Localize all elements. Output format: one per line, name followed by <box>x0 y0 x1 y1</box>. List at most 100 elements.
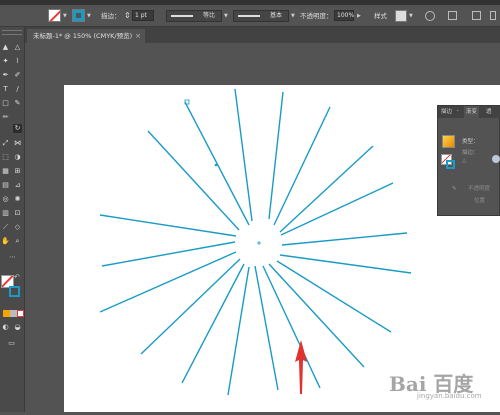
draw-mode-icon[interactable]: ◐ <box>1 323 10 332</box>
none-mode-icon[interactable] <box>17 310 24 317</box>
gradient-stroke-label: 描边： <box>462 150 479 156</box>
ray-line[interactable] <box>268 91 284 220</box>
fill-dropdown-icon[interactable]: ▼ <box>63 13 67 19</box>
eyedropper-icon[interactable]: ✎ <box>452 186 457 192</box>
tab-transparency[interactable]: 透 <box>486 106 492 118</box>
more-tools-icon[interactable]: ⋯ <box>8 253 17 262</box>
document-tab[interactable]: 未标题-1* @ 150% (CMYK/预览) × <box>27 29 145 43</box>
brush-definition[interactable]: 基本 <box>233 10 289 22</box>
ray-line[interactable] <box>273 106 331 226</box>
artboard-tool-icon[interactable]: ⊡ <box>13 209 22 218</box>
center-crosshair-icon <box>257 241 261 245</box>
graphic-style-swatch[interactable] <box>395 10 407 22</box>
ray-line[interactable] <box>99 214 237 237</box>
direct-selection-tool-icon[interactable]: △ <box>13 43 22 52</box>
column-graph-tool-icon[interactable]: ▥ <box>1 209 10 218</box>
ray-line[interactable] <box>280 182 394 236</box>
gradient-angle-knob[interactable] <box>492 155 500 163</box>
symbol-sprayer-tool-icon[interactable]: ✺ <box>13 195 22 204</box>
document-title: 未标题-1* @ 150% (CMYK/预览) <box>33 32 133 40</box>
panel-stroke-swatch[interactable] <box>446 160 455 169</box>
shape-builder-tool-icon[interactable]: ◑ <box>13 153 22 162</box>
stroke-dropdown-icon[interactable]: ▼ <box>87 13 91 19</box>
chevron-icon[interactable]: ⌃ <box>456 106 459 118</box>
perspective-grid-tool-icon[interactable]: ▦ <box>1 167 10 176</box>
slice-tool-icon[interactable]: ⟋ <box>1 223 10 232</box>
brush-preview-line <box>238 15 260 17</box>
gradient-tool-icon[interactable]: ▤ <box>1 181 10 190</box>
stroke-stepper-icon[interactable]: ⇕ <box>124 9 131 23</box>
draw-inside-icon[interactable]: ◒ <box>13 323 22 332</box>
curvature-tool-icon[interactable]: ✐ <box>13 71 22 80</box>
more-options-icon[interactable] <box>490 11 496 20</box>
gradient-panel: 描边 ⌃ 渐变 透 类型： 描边： △ ✎ 不透明度 位置 <box>437 105 500 216</box>
magic-wand-tool-icon[interactable]: ✦ <box>1 57 10 66</box>
selection-tool-icon[interactable]: ▲ <box>1 43 10 52</box>
gradient-thumbnail[interactable] <box>442 135 455 148</box>
position-label: 位置 <box>474 198 486 204</box>
hand-tool-icon[interactable]: ✋ <box>1 237 10 246</box>
rotate-tool-icon[interactable]: ↻ <box>13 124 22 133</box>
stroke-color-swatch[interactable] <box>72 9 85 22</box>
recolor-globe-icon[interactable] <box>425 11 435 21</box>
line-tool-icon[interactable]: / <box>13 85 22 94</box>
ray-line[interactable] <box>281 232 408 246</box>
ray-line[interactable] <box>234 88 253 222</box>
close-tab-icon[interactable]: × <box>135 29 141 43</box>
profile-dropdown-icon[interactable]: ▼ <box>224 13 228 19</box>
stroke-weight-field[interactable]: 1 pt <box>132 10 154 21</box>
opacity-label: 不透明度： <box>300 12 333 20</box>
variable-width-profile[interactable]: 等比 <box>166 10 222 22</box>
width-tool-icon[interactable]: ⋈ <box>13 139 22 148</box>
toolbar-grip[interactable] <box>2 30 22 35</box>
paintbrush-tool-icon[interactable]: ✎ <box>13 99 22 108</box>
blend-tool-icon[interactable]: ◎ <box>1 195 10 204</box>
ray-line[interactable] <box>181 263 245 384</box>
rectangle-tool-icon[interactable]: □ <box>1 99 10 108</box>
baidu-watermark: Bai 百度 jingyan.baidu.com <box>383 368 500 412</box>
tools-panel: ▲ △ ✦ ⌇ ✒ ✐ T / □ ✎ ✏ ↻ ⤢ ⋈ ⬚ ◑ ▦ ⊞ ▤ ⊿ … <box>0 27 25 412</box>
zoom-tool-icon[interactable]: ⌕ <box>13 237 22 246</box>
midpoint-marker <box>214 163 218 167</box>
ray-line[interactable] <box>262 265 321 389</box>
ray-line[interactable] <box>254 265 279 391</box>
watermark-url: jingyan.baidu.com <box>417 392 482 400</box>
gradient-type-label: 类型： <box>462 139 479 145</box>
ray-line[interactable] <box>227 266 250 396</box>
variable-width-label: 等比 <box>202 12 215 19</box>
pencil-tool-icon[interactable]: ✏ <box>1 113 10 122</box>
transform-grid-icon[interactable] <box>472 11 481 20</box>
eraser-tool-icon[interactable]: ◇ <box>13 223 22 232</box>
align-grid-icon[interactable] <box>448 11 457 20</box>
gradient-mode-icon[interactable] <box>10 310 17 317</box>
tab-stroke[interactable]: 描边 <box>441 106 452 118</box>
mesh-tool-icon[interactable]: ⊞ <box>13 167 22 176</box>
pen-tool-icon[interactable]: ✒ <box>1 71 10 80</box>
brush-dropdown-icon[interactable]: ▼ <box>291 13 295 19</box>
free-transform-tool-icon[interactable]: ⬚ <box>1 153 10 162</box>
eyedropper-tool-icon[interactable]: ⊿ <box>13 181 22 190</box>
sunburst-artwork[interactable] <box>64 85 500 412</box>
control-bar: ▼ ▼ 描边： ⇕ 1 pt 等比 ▼ 基本 ▼ 不透明度： 100% ▶ 样式… <box>0 5 500 27</box>
color-mode-icon[interactable] <box>3 310 10 317</box>
ray-line[interactable] <box>279 254 412 274</box>
opacity-field[interactable]: 100% <box>334 10 354 21</box>
arrow-shape <box>295 340 307 394</box>
swap-fill-stroke-icon[interactable]: ↶ <box>14 273 20 281</box>
lasso-tool-icon[interactable]: ⌇ <box>13 57 22 66</box>
fill-none-swatch[interactable] <box>48 9 61 22</box>
ray-line[interactable] <box>140 258 241 355</box>
style-label: 样式 <box>374 12 387 20</box>
type-tool-icon[interactable]: T <box>1 85 10 94</box>
ray-line[interactable] <box>279 145 374 233</box>
ray-line[interactable] <box>276 260 392 333</box>
style-dropdown-icon[interactable]: ▼ <box>409 13 413 19</box>
artboard[interactable] <box>64 85 500 412</box>
stroke-color-box[interactable] <box>9 286 20 297</box>
tab-gradient[interactable]: 渐变 <box>464 106 480 118</box>
scale-tool-icon[interactable]: ⤢ <box>1 139 10 148</box>
ray-line[interactable] <box>268 263 365 368</box>
ray-line[interactable] <box>101 241 236 267</box>
opacity-dropdown-icon[interactable]: ▶ <box>357 13 361 19</box>
screen-mode-icon[interactable]: ▭ <box>7 339 16 348</box>
